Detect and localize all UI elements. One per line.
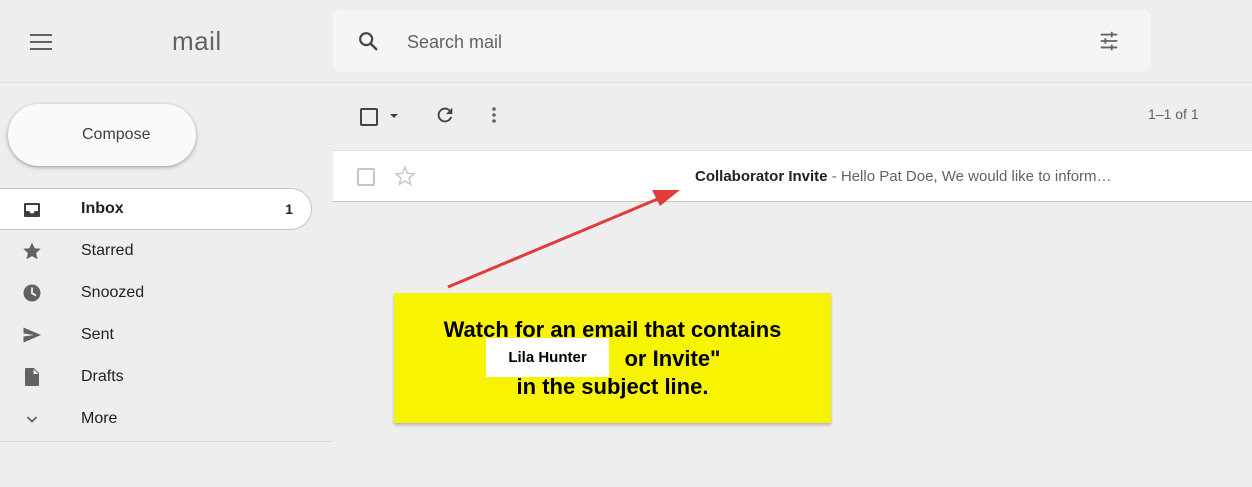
- email-select-checkbox[interactable]: [357, 168, 375, 186]
- select-all-checkbox[interactable]: [360, 108, 378, 126]
- search-bar[interactable]: [333, 10, 1151, 72]
- email-preview: Collaborator Invite - Hello Pat Doe, We …: [695, 168, 1112, 185]
- sidebar-item-inbox[interactable]: Inbox 1: [0, 188, 312, 230]
- draft-icon: [25, 368, 39, 386]
- sidebar-item-label: Drafts: [81, 368, 124, 385]
- star-outline-icon[interactable]: [394, 165, 416, 187]
- sidebar-item-more[interactable]: More: [0, 398, 332, 440]
- unread-count-badge: 1: [285, 201, 293, 217]
- app-logo[interactable]: mail: [172, 26, 222, 57]
- more-options-icon[interactable]: [488, 104, 500, 126]
- sidebar-item-drafts[interactable]: Drafts: [0, 356, 332, 398]
- search-input[interactable]: [405, 24, 1049, 60]
- compose-button[interactable]: Compose: [8, 104, 196, 166]
- compose-label: Compose: [82, 126, 151, 143]
- star-icon: [23, 242, 41, 260]
- top-header: mail: [0, 0, 1252, 83]
- callout-line-3: in the subject line.: [516, 374, 709, 399]
- refresh-icon[interactable]: [434, 104, 456, 126]
- sidebar-item-label: Sent: [81, 326, 114, 343]
- instruction-callout: Watch for an email that contains or Invi…: [394, 293, 831, 423]
- send-icon: [23, 327, 41, 343]
- menu-bar: [30, 41, 52, 43]
- sidebar-item-label: More: [81, 410, 118, 427]
- search-options-icon[interactable]: [1098, 30, 1120, 52]
- sidebar-item-snoozed[interactable]: Snoozed: [0, 272, 332, 314]
- sidebar-item-label: Inbox: [81, 200, 124, 217]
- sidebar-nav: Inbox 1 Starred Snoozed Sent Drafts More: [0, 188, 332, 440]
- sidebar-item-label: Starred: [81, 242, 134, 259]
- sidebar-item-sent[interactable]: Sent: [0, 314, 332, 356]
- email-row[interactable]: Collaborator Invite - Hello Pat Doe, We …: [333, 150, 1252, 202]
- sidebar-item-starred[interactable]: Starred: [0, 230, 332, 272]
- main-menu-button[interactable]: [30, 32, 56, 52]
- email-subject: Collaborator Invite: [695, 168, 828, 185]
- menu-bar: [30, 48, 52, 50]
- email-separator: -: [827, 168, 841, 185]
- inbox-icon: [24, 203, 40, 217]
- clock-icon: [23, 284, 41, 302]
- name-tag-overlay: Lila Hunter: [486, 338, 609, 377]
- select-dropdown-icon[interactable]: [388, 108, 400, 124]
- search-icon[interactable]: [357, 30, 379, 52]
- email-snippet: Hello Pat Doe, We would like to inform…: [840, 168, 1112, 185]
- pagination-text: 1–1 of 1: [1148, 106, 1199, 122]
- sidebar-divider: [0, 441, 332, 442]
- sidebar-item-label: Snoozed: [81, 284, 145, 301]
- callout-line-1: Watch for an email that contains: [443, 317, 782, 342]
- menu-bar: [30, 34, 52, 36]
- chevron-down-icon: [26, 416, 38, 423]
